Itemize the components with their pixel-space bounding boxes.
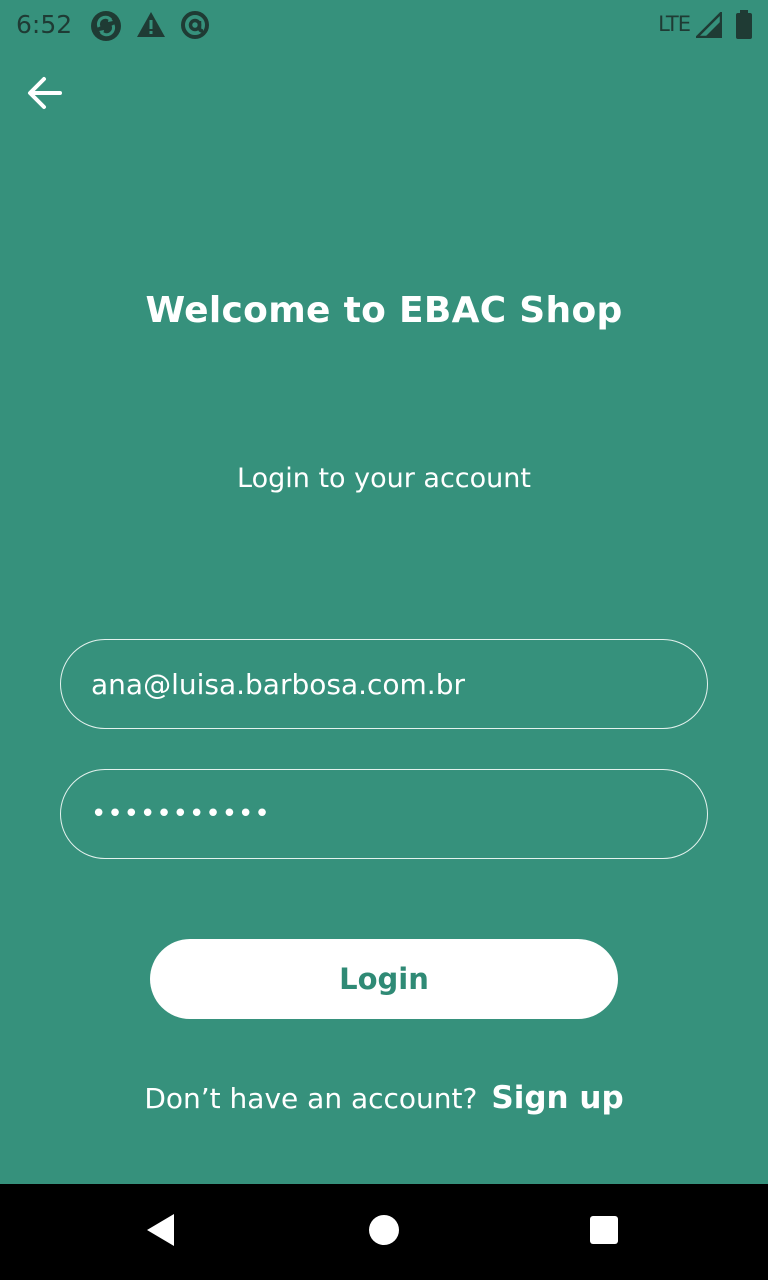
status-time: 6:52 — [16, 10, 73, 39]
arrow-left-icon — [26, 74, 64, 117]
warning-icon — [136, 10, 166, 45]
signal-icon — [693, 9, 723, 43]
navigation-bar — [0, 1184, 768, 1280]
email-field[interactable] — [60, 639, 708, 729]
back-button[interactable] — [22, 72, 68, 118]
signup-prompt: Don’t have an account? — [144, 1082, 478, 1115]
nav-back-button[interactable] — [137, 1208, 185, 1256]
signup-row: Don’t have an account? Sign up — [0, 1080, 768, 1116]
recents-square-icon — [589, 1215, 619, 1250]
battery-icon — [735, 10, 753, 45]
back-triangle-icon — [144, 1212, 178, 1253]
password-field[interactable] — [60, 769, 708, 859]
signup-link[interactable]: Sign up — [491, 1080, 623, 1116]
welcome-title: Welcome to EBAC Shop — [145, 290, 623, 331]
sync-icon — [90, 10, 122, 47]
nav-home-button[interactable] — [360, 1208, 408, 1256]
login-subtitle: Login to your account — [237, 463, 531, 494]
home-circle-icon — [368, 1214, 400, 1251]
login-button[interactable]: Login — [150, 939, 618, 1019]
nav-recents-button[interactable] — [580, 1208, 628, 1256]
network-type-label: LTE — [658, 12, 691, 36]
status-bar: 6:52 LTE — [0, 0, 768, 50]
at-sign-icon — [180, 10, 210, 45]
